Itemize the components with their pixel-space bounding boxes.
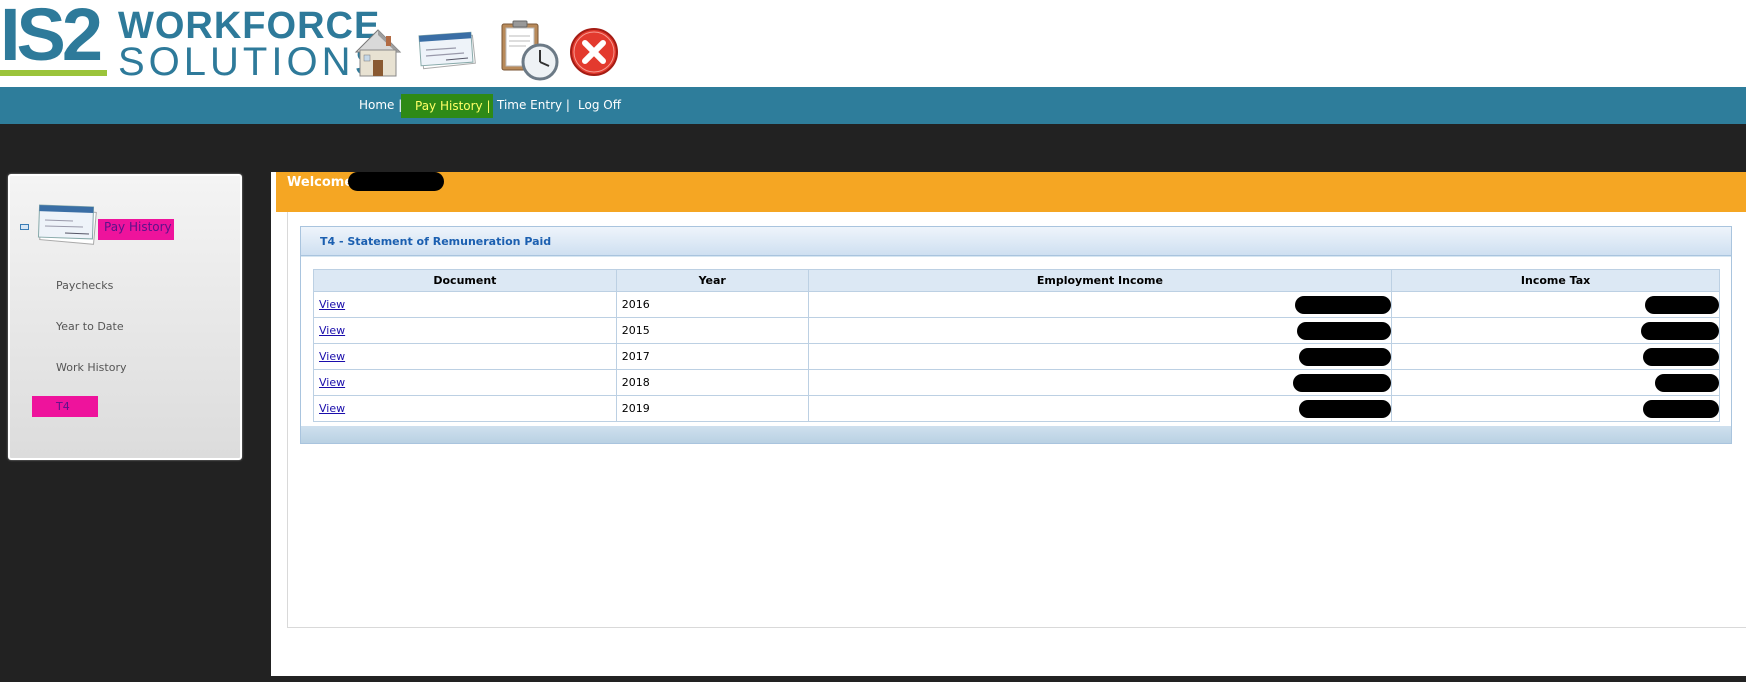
panel-title: T4 - Statement of Remuneration Paid xyxy=(320,235,552,248)
table-row: View 2019 xyxy=(313,395,1720,422)
view-link[interactable]: View xyxy=(319,376,345,389)
main-content: Welcome T4 - Statement of Remuneration P… xyxy=(271,172,1746,676)
home-icon[interactable] xyxy=(350,22,406,82)
sidebar-item-paychecks[interactable]: Paychecks xyxy=(56,279,113,292)
nav-pay-history-link[interactable]: Pay History | xyxy=(401,94,493,118)
redacted-value xyxy=(1641,321,1719,340)
column-header-income-tax[interactable]: Income Tax xyxy=(1391,269,1720,292)
cheque-icon[interactable] xyxy=(416,24,478,84)
main-nav: Home | Pay History | Time Entry | Log Of… xyxy=(0,87,1746,124)
redacted-value xyxy=(1643,347,1719,366)
close-icon[interactable] xyxy=(568,26,620,78)
document-cell: View xyxy=(313,369,617,396)
employment-income-cell xyxy=(807,395,1393,422)
sidebar-title[interactable]: Pay History xyxy=(98,219,174,240)
collapse-toggle-icon[interactable] xyxy=(20,224,29,230)
income-tax-cell xyxy=(1391,343,1720,370)
logo-line-2: SOLUTIONS xyxy=(118,40,386,84)
redacted-value xyxy=(1293,373,1392,392)
view-link[interactable]: View xyxy=(319,402,345,415)
redacted-value xyxy=(1655,373,1719,392)
sidebar-item-work-history[interactable]: Work History xyxy=(56,361,127,374)
welcome-text: Welcome xyxy=(287,175,354,190)
welcome-bar: Welcome xyxy=(276,172,1746,212)
sidebar: Pay History Paychecks Year to Date Work … xyxy=(8,174,242,460)
year-cell: 2018 xyxy=(615,369,809,396)
employment-income-cell xyxy=(807,343,1393,370)
column-header-employment-income[interactable]: Employment Income xyxy=(807,269,1393,292)
redacted-value xyxy=(1299,399,1392,418)
header: IS2 WORKFORCE SOLUTIONS xyxy=(0,0,1746,87)
document-cell: View xyxy=(313,317,617,344)
income-tax-cell xyxy=(1391,369,1720,396)
table-row: View 2016 xyxy=(313,291,1720,318)
view-link[interactable]: View xyxy=(319,298,345,311)
column-header-document[interactable]: Document xyxy=(313,269,617,292)
panel-header: T4 - Statement of Remuneration Paid xyxy=(301,227,1731,256)
timesheet-clock-icon[interactable] xyxy=(496,18,560,82)
sidebar-item-year-to-date[interactable]: Year to Date xyxy=(56,320,124,333)
employment-income-cell xyxy=(807,369,1393,396)
document-cell: View xyxy=(313,343,617,370)
redacted-value xyxy=(1299,347,1392,366)
income-tax-cell xyxy=(1391,291,1720,318)
table-row: View 2018 xyxy=(313,369,1720,396)
employment-income-cell xyxy=(807,291,1393,318)
redacted-value xyxy=(1297,321,1392,340)
redacted-value xyxy=(1643,399,1719,418)
panel-footer xyxy=(301,426,1731,443)
redacted-username xyxy=(348,172,444,191)
document-cell: View xyxy=(313,291,617,318)
column-header-year[interactable]: Year xyxy=(615,269,809,292)
year-cell: 2016 xyxy=(615,291,809,318)
table-header-row: Document Year Employment Income Income T… xyxy=(313,269,1720,292)
table-row: View 2017 xyxy=(313,343,1720,370)
sidebar-item-t4[interactable]: T4 xyxy=(32,396,98,417)
t4-table: Document Year Employment Income Income T… xyxy=(313,269,1720,422)
year-cell: 2019 xyxy=(615,395,809,422)
logo-accent-bar xyxy=(0,70,107,76)
document-cell: View xyxy=(313,395,617,422)
nav-log-off-link[interactable]: Log Off xyxy=(578,87,621,124)
view-link[interactable]: View xyxy=(319,350,345,363)
redacted-value xyxy=(1645,295,1719,314)
redacted-value xyxy=(1295,295,1392,314)
year-cell: 2015 xyxy=(615,317,809,344)
income-tax-cell xyxy=(1391,395,1720,422)
t4-panel: T4 - Statement of Remuneration Paid Docu… xyxy=(300,226,1732,444)
logo-mark: IS2 xyxy=(0,0,103,76)
year-cell: 2017 xyxy=(615,343,809,370)
nav-home-link[interactable]: Home | xyxy=(359,87,402,124)
is2-workforce-solutions-logo: IS2 WORKFORCE SOLUTIONS xyxy=(0,0,381,82)
table-row: View 2015 xyxy=(313,317,1720,344)
employment-income-cell xyxy=(807,317,1393,344)
pay-history-cheque-icon xyxy=(37,204,97,245)
income-tax-cell xyxy=(1391,317,1720,344)
view-link[interactable]: View xyxy=(319,324,345,337)
panel-body: Document Year Employment Income Income T… xyxy=(301,257,1731,427)
nav-time-entry-link[interactable]: Time Entry | xyxy=(497,87,570,124)
